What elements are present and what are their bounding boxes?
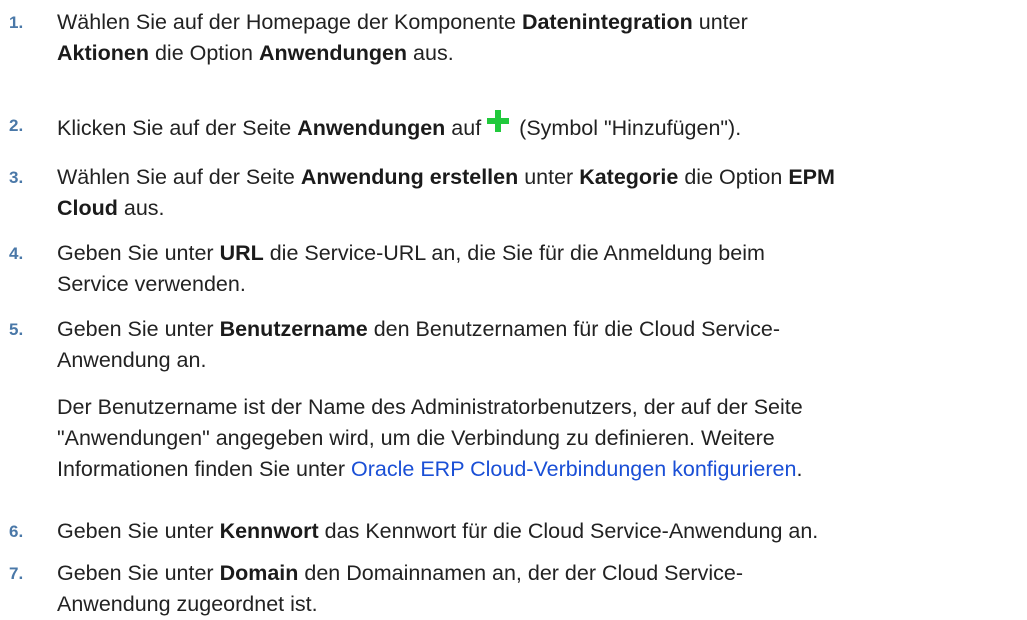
ui-term: Kategorie [579,165,679,189]
text-fragment: das Kennwort für die Cloud Service-Anwen… [318,519,819,543]
step-number: 6. [9,522,24,541]
ui-term: EPM [788,165,835,189]
ui-term: Kennwort [219,519,319,543]
ui-term: Anwendungen [297,116,446,140]
step-number: 7. [9,564,24,583]
ui-term: Anwendung erstellen [300,165,519,189]
ui-term: URL [219,241,264,265]
text-fragment: Wählen Sie auf der Homepage der Komponen… [57,10,522,34]
text-fragment: (Symbol "Hinzufügen"). [513,116,742,140]
text-fragment: Informationen finden Sie unter [57,457,352,481]
ui-term: Anwendungen [258,41,408,65]
ui-term: Datenintegration [521,10,693,34]
text-fragment: Geben Sie unter [57,317,220,341]
text-fragment: Geben Sie unter [57,241,220,265]
ui-term: Benutzername [219,317,368,341]
text-fragment: Service verwenden. [57,272,246,296]
step-text: Klicken Sie auf der Seite Anwendungen au… [57,110,1015,144]
text-fragment: Geben Sie unter [57,519,220,543]
step-text: Wählen Sie auf der Homepage der Komponen… [57,7,1015,69]
text-fragment: Klicken Sie auf der Seite [57,116,298,140]
step-number: 2. [9,116,24,135]
step-text: Geben Sie unter Kennwort das Kennwort fü… [57,516,1015,547]
text-fragment: . [796,457,803,481]
ui-term: Domain [219,561,299,585]
ui-term: Aktionen [57,41,149,65]
step-number: 1. [9,13,24,32]
plus-icon [487,110,510,132]
step-note: Der Benutzername ist der Name des Admini… [57,392,1015,485]
text-fragment: unter [692,10,748,34]
text-fragment: unter [518,165,580,189]
text-fragment: Anwendung zugeordnet ist. [57,592,318,616]
erp-cloud-connections-link[interactable]: Oracle ERP Cloud-Verbindungen konfigurie… [351,457,796,481]
text-fragment: den Domainnamen an, der der Cloud Servic… [298,561,743,585]
text-fragment: die Option [148,41,259,65]
step-number: 5. [9,320,24,339]
step-text: Geben Sie unter Domain den Domainnamen a… [57,558,1015,620]
text-fragment: den Benutzernamen für die Cloud Service- [367,317,781,341]
step-paragraph: Geben Sie unter Benutzername den Benutze… [57,314,1015,376]
text-fragment: auf [445,116,482,140]
text-fragment: die Option [678,165,789,189]
text-fragment: Der Benutzername ist der Name des Admini… [57,395,803,419]
step-text: Geben Sie unter URL die Service-URL an, … [57,238,1015,300]
step-number: 3. [9,168,24,187]
ui-term: Cloud [57,196,118,220]
text-fragment: aus. [407,41,454,65]
text-fragment: Wählen Sie auf der Seite [57,165,301,189]
text-fragment: "Anwendungen" angegeben wird, um die Ver… [57,426,775,450]
step-text: Geben Sie unter Benutzername den Benutze… [57,314,1015,485]
text-fragment: die Service-URL an, die Sie für die Anme… [263,241,765,265]
text-fragment: Anwendung an. [57,348,207,372]
text-fragment: aus. [117,196,165,220]
step-text: Wählen Sie auf der Seite Anwendung erste… [57,162,1015,224]
text-fragment: Geben Sie unter [57,561,220,585]
step-number: 4. [9,244,24,263]
